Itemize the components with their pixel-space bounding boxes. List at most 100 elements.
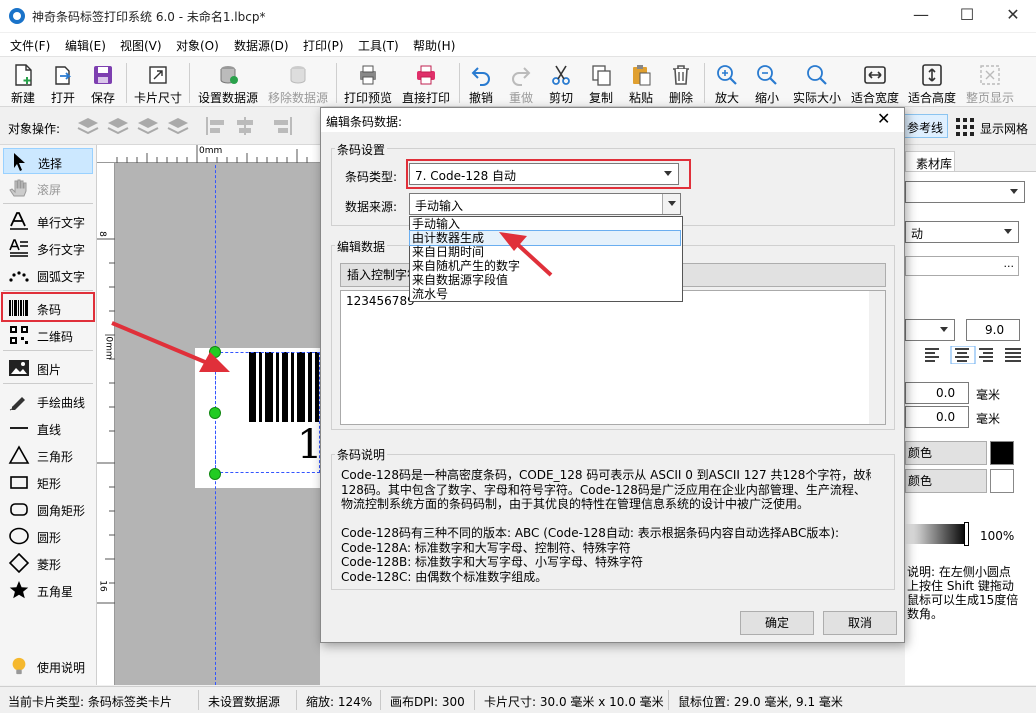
print-preview-button[interactable]: 打印预览 <box>340 57 396 107</box>
help-button[interactable]: 使用说明 <box>3 653 93 679</box>
text-align-icons[interactable] <box>923 346 1023 364</box>
resize-handle-middle[interactable] <box>209 407 221 419</box>
tool-line[interactable]: 直线 <box>3 415 93 441</box>
tool-scroll[interactable]: 滚屏 <box>3 175 93 201</box>
menu-edit[interactable]: 编辑(E) <box>65 37 106 54</box>
dropdown-option-datasource-field[interactable]: 来自数据源字段值 <box>410 273 680 287</box>
menu-help[interactable]: 帮助(H) <box>413 37 455 54</box>
tab-materials[interactable]: 素材库 <box>905 151 955 171</box>
opacity-slider-thumb[interactable] <box>964 522 969 546</box>
offset-y-field[interactable]: 0.0 <box>905 406 969 428</box>
tool-separator <box>3 203 93 204</box>
zoom-out-icon <box>757 65 777 85</box>
fit-height-button[interactable]: 适合高度 <box>904 57 960 107</box>
show-grid-toggle[interactable]: 显示网格 <box>980 120 1028 137</box>
barcode-tool-highlight <box>1 292 95 322</box>
grid-icon[interactable] <box>956 118 974 136</box>
menu-datasource[interactable]: 数据源(D) <box>234 37 289 54</box>
new-file-icon <box>15 64 32 86</box>
tool-arc-text[interactable]: 圆弧文字 <box>3 262 93 288</box>
data-source-dropdown-list: 手动输入 由计数器生成 来自日期时间 来自随机产生的数字 来自数据源字段值 流水… <box>409 216 683 302</box>
property-combo-1[interactable] <box>905 181 1025 203</box>
dropdown-option-counter[interactable]: 由计数器生成 <box>409 230 681 246</box>
opacity-slider[interactable] <box>905 524 967 544</box>
dropdown-option-random[interactable]: 来自随机产生的数字 <box>410 259 680 273</box>
description-scrollbar[interactable] <box>871 464 887 586</box>
menu-object[interactable]: 对象(O) <box>176 37 219 54</box>
object-operations-label: 对象操作: <box>8 122 61 136</box>
design-canvas[interactable]: 1 <box>97 145 320 685</box>
dropdown-option-datetime[interactable]: 来自日期时间 <box>410 245 680 259</box>
offset-x-field[interactable]: 0.0 <box>905 382 969 404</box>
app-icon <box>9 8 25 24</box>
fit-width-button[interactable]: 适合宽度 <box>848 57 902 107</box>
background-color-button[interactable]: 颜色 <box>905 469 987 493</box>
hint-line-1: 说明: 在左侧小圆点 <box>907 565 1011 579</box>
card-size-button[interactable]: 卡片尺寸 <box>132 57 184 107</box>
guides-toggle[interactable]: 参考线 <box>904 114 948 138</box>
data-source-select[interactable]: 手动输入 <box>409 193 681 215</box>
layer-order-icons[interactable] <box>76 115 196 137</box>
barcode-type-highlight <box>406 159 691 189</box>
tool-circle[interactable]: 圆形 <box>3 523 93 549</box>
save-button[interactable]: 保存 <box>84 57 122 107</box>
foreground-color-swatch[interactable] <box>990 441 1014 465</box>
background-color-swatch[interactable] <box>990 469 1014 493</box>
actual-size-button[interactable]: 实际大小 <box>788 57 846 107</box>
full-page-button[interactable]: 整页显示 <box>962 57 1018 107</box>
direct-print-button[interactable]: 直接打印 <box>398 57 454 107</box>
resize-handle-bottom[interactable] <box>209 468 221 480</box>
tool-rectangle[interactable]: 矩形 <box>3 469 93 495</box>
font-size-field[interactable]: 9.0 <box>966 319 1020 341</box>
redo-button[interactable]: 重做 <box>502 57 540 107</box>
close-icon[interactable]: ✕ <box>990 0 1036 32</box>
diamond-icon <box>8 553 30 573</box>
tool-select[interactable]: 选择 <box>3 148 93 174</box>
data-source-dropdown-button[interactable] <box>662 194 680 214</box>
dropdown-option-serial[interactable]: 流水号 <box>410 287 680 301</box>
cancel-button[interactable]: 取消 <box>823 611 897 635</box>
minimize-icon[interactable]: — <box>898 0 944 32</box>
paste-button[interactable]: 粘贴 <box>622 57 660 107</box>
foreground-color-button[interactable]: 颜色 <box>905 441 987 465</box>
barcode-description-label: 条码说明 <box>335 446 388 463</box>
menu-print[interactable]: 打印(P) <box>303 37 344 54</box>
dialog-close-icon[interactable]: ✕ <box>877 109 890 128</box>
maximize-icon[interactable]: ☐ <box>944 0 990 32</box>
tool-star[interactable]: 五角星 <box>3 577 93 603</box>
zoom-in-button[interactable]: 放大 <box>708 57 746 107</box>
status-separator <box>668 690 669 710</box>
property-browse[interactable]: ... <box>905 256 1019 276</box>
menu-tools[interactable]: 工具(T) <box>358 37 399 54</box>
tool-rounded-rect[interactable]: 圆角矩形 <box>3 496 93 522</box>
align-icons[interactable] <box>204 115 316 137</box>
undo-button[interactable]: 撤销 <box>462 57 500 107</box>
data-textarea-scrollbar[interactable] <box>869 291 885 424</box>
menu-file[interactable]: 文件(F) <box>10 37 50 54</box>
resize-handle-top[interactable] <box>209 346 221 358</box>
open-button[interactable]: 打开 <box>44 57 82 107</box>
menu-view[interactable]: 视图(V) <box>120 37 162 54</box>
tool-qrcode[interactable]: 二维码 <box>3 322 93 348</box>
new-button[interactable]: 新建 <box>4 57 42 107</box>
property-combo-2[interactable]: 动 <box>905 221 1019 243</box>
tool-triangle[interactable]: 三角形 <box>3 442 93 468</box>
tool-image[interactable]: 图片 <box>3 355 93 381</box>
status-card-size: 卡片尺寸: 30.0 毫米 x 10.0 毫米 <box>484 695 664 709</box>
delete-button[interactable]: 删除 <box>662 57 700 107</box>
font-name-combo[interactable] <box>905 319 955 341</box>
tool-multi-text[interactable]: 多行文字 <box>3 235 93 261</box>
remove-datasource-button[interactable]: 移除数据源 <box>264 57 332 107</box>
tool-freehand[interactable]: 手绘曲线 <box>3 388 93 414</box>
cut-button[interactable]: 剪切 <box>542 57 580 107</box>
tool-single-text[interactable]: 单行文字 <box>3 208 93 234</box>
dropdown-option-manual[interactable]: 手动输入 <box>410 217 680 231</box>
copy-button[interactable]: 复制 <box>582 57 620 107</box>
data-textarea[interactable]: 123456789 <box>340 290 886 425</box>
zoom-out-button[interactable]: 缩小 <box>748 57 786 107</box>
toolbar-separator <box>704 63 705 103</box>
set-datasource-button[interactable]: 设置数据源 <box>195 57 261 107</box>
tool-diamond[interactable]: 菱形 <box>3 550 93 576</box>
rectangle-icon <box>10 476 28 489</box>
ok-button[interactable]: 确定 <box>740 611 814 635</box>
